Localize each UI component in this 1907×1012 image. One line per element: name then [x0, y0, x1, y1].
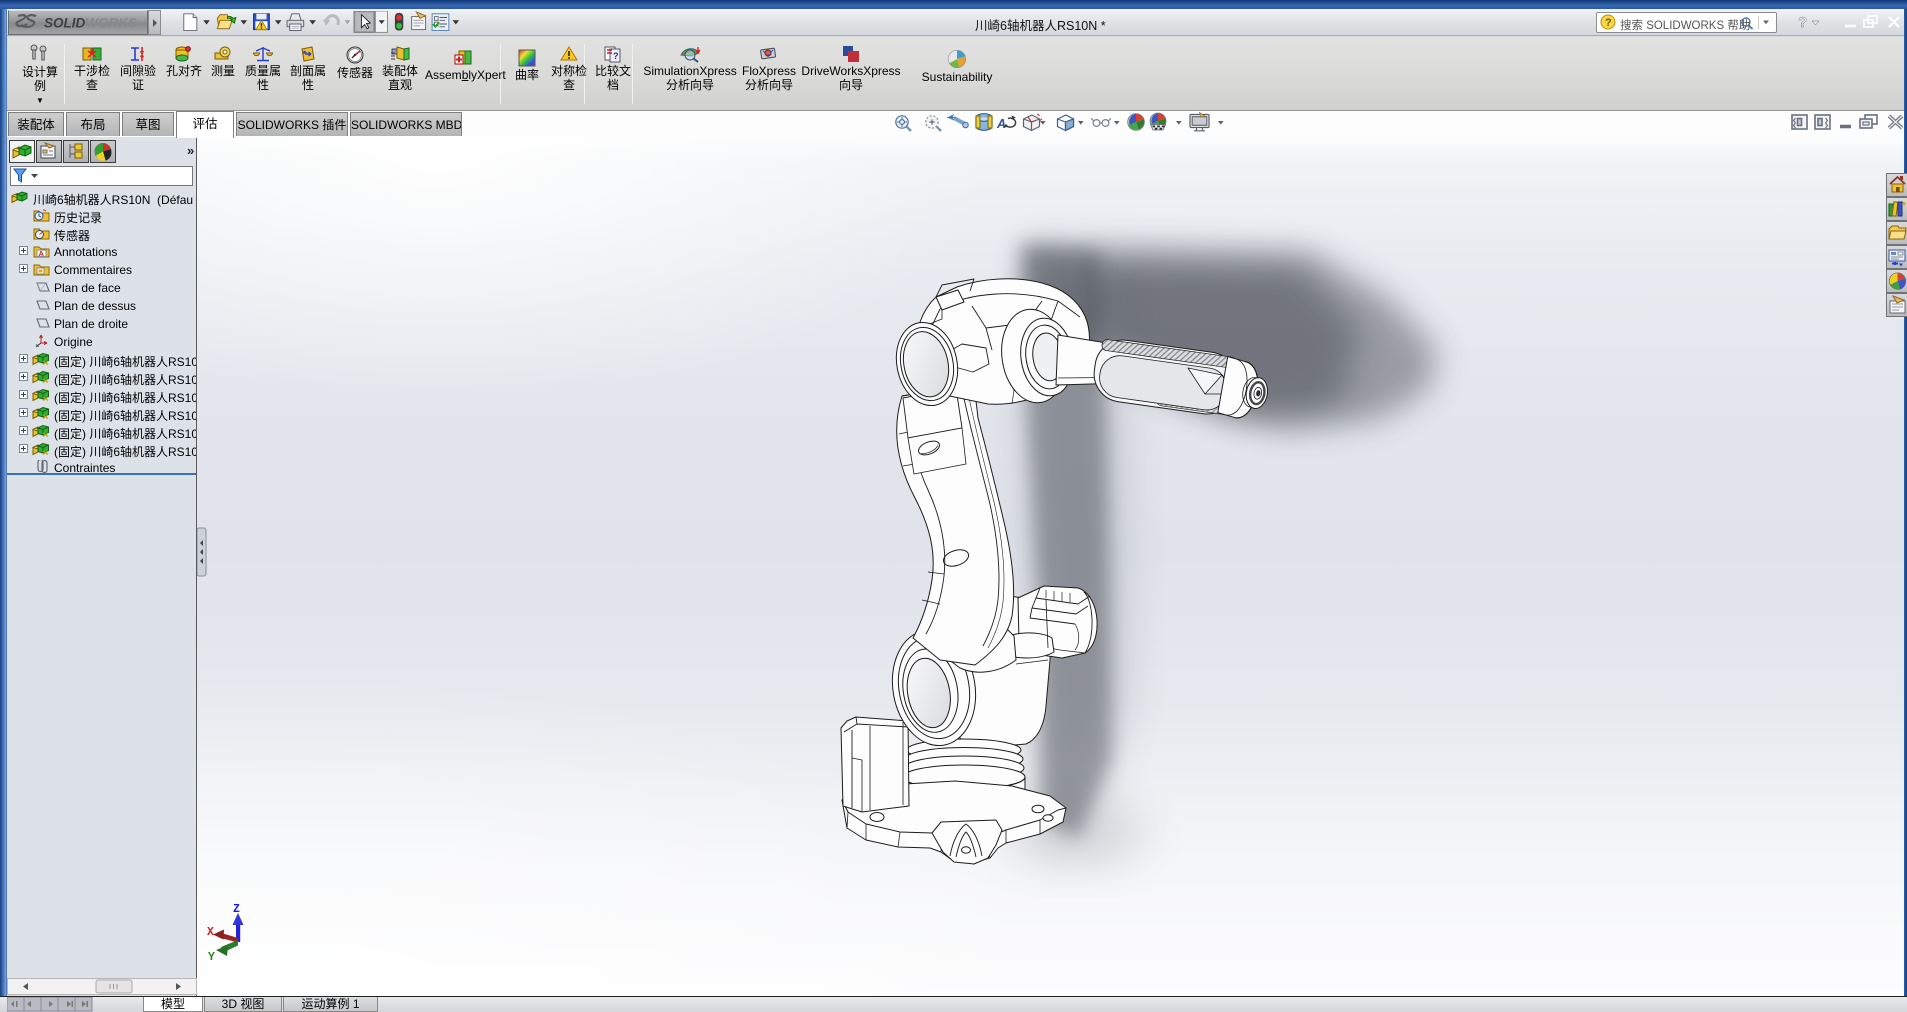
svg-text:A: A [996, 117, 1006, 131]
svg-text:?: ? [1605, 17, 1612, 29]
svg-text:A: A [39, 249, 45, 258]
svg-text:Z: Z [233, 903, 240, 916]
svg-text:?: ? [1798, 14, 1807, 31]
svg-text:SOLIDWORKS: SOLIDWORKS [44, 16, 137, 31]
svg-text:?: ? [613, 51, 619, 61]
svg-text:X: X [207, 926, 214, 939]
svg-text:Y: Y [208, 951, 215, 964]
